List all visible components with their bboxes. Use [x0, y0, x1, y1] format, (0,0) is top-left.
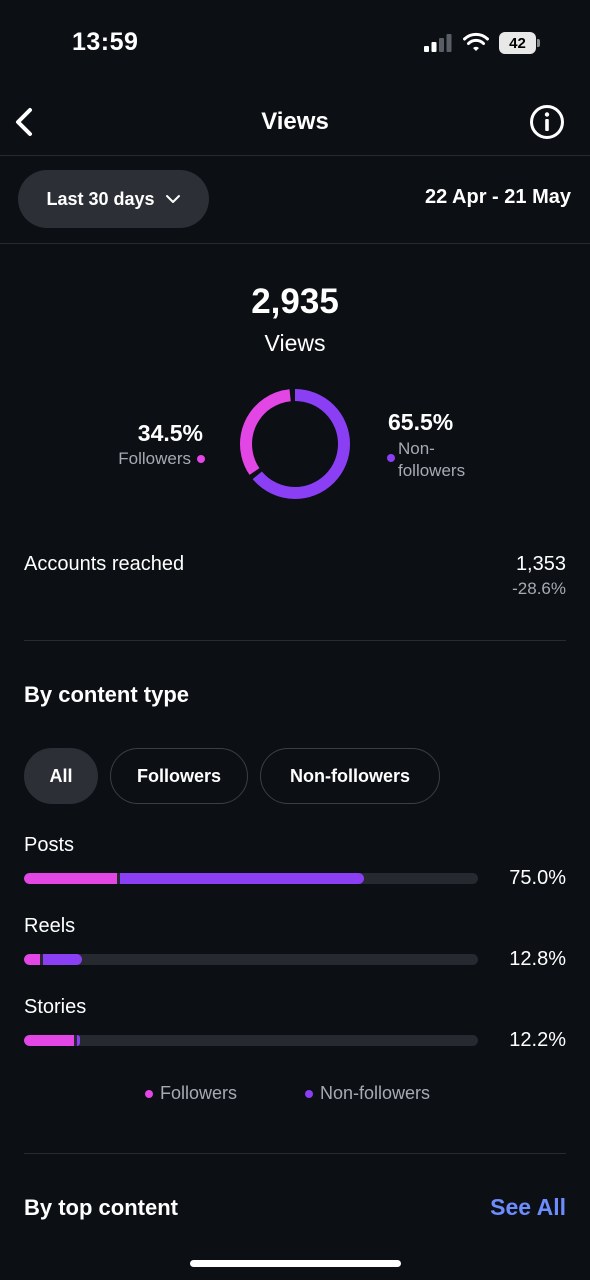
legend-nonfollowers-dot-icon — [305, 1089, 313, 1098]
wifi-icon — [463, 32, 489, 51]
legend-followers-dot-icon — [145, 1089, 153, 1098]
battery-icon: 42 — [499, 32, 541, 54]
section-divider — [24, 640, 566, 641]
legend-followers: Followers — [145, 1083, 237, 1104]
content-type-pct-stories: 12.2% — [509, 1029, 566, 1051]
date-range-dropdown[interactable]: Last 30 days — [18, 170, 209, 228]
content-type-pct-posts: 75.0% — [509, 867, 566, 889]
filter-chip-all[interactable]: All — [24, 748, 98, 804]
stories-nonfollowers-segment — [76, 1035, 80, 1046]
battery-level: 42 — [499, 32, 536, 54]
followers-percent: 34.5% — [137, 420, 203, 446]
date-divider — [0, 243, 590, 244]
content-type-title: By content type — [24, 682, 190, 707]
legend-nonfollowers: Non-followers — [305, 1083, 430, 1104]
header-divider — [0, 155, 590, 156]
nonfollowers-percent: 65.5% — [388, 409, 454, 435]
accounts-reached-value: 1,353 — [515, 553, 566, 575]
nonfollowers-legend: Non-followers — [387, 438, 487, 482]
chevron-down-icon — [165, 195, 180, 203]
reels-followers-segment — [24, 954, 40, 965]
home-indicator[interactable] — [190, 1260, 401, 1267]
filter-chip-nonfollowers[interactable]: Non-followers — [260, 748, 440, 804]
donut-followers-arc — [240, 389, 350, 499]
reels-nonfollowers-segment — [42, 954, 83, 965]
filter-chip-followers[interactable]: Followers — [110, 748, 248, 804]
posts-nonfollowers-segment — [120, 873, 365, 884]
content-type-bar-posts — [24, 873, 478, 884]
followers-legend: Followers — [60, 449, 205, 469]
followers-label: Followers — [118, 449, 191, 468]
content-type-label-stories: Stories — [24, 996, 87, 1018]
section-divider-2 — [24, 1153, 566, 1154]
legend-nonfollowers-label: Non-followers — [320, 1083, 431, 1103]
content-type-bar-stories — [24, 1035, 478, 1046]
status-time: 13:59 — [72, 28, 139, 56]
stories-followers-segment — [24, 1035, 74, 1046]
posts-followers-segment — [24, 873, 118, 884]
content-type-label-reels: Reels — [24, 915, 76, 937]
info-icon[interactable] — [529, 104, 565, 140]
total-views: 2,935 — [251, 282, 339, 321]
content-type-pct-reels: 12.8% — [509, 948, 566, 970]
views-donut-chart — [240, 389, 350, 499]
nonfollowers-label: Non-followers — [398, 439, 466, 480]
followers-dot-icon — [197, 454, 205, 463]
total-views-label: Views — [264, 330, 326, 356]
nonfollowers-dot-icon — [387, 454, 395, 462]
top-content-title: By top content — [24, 1195, 178, 1220]
date-range-text: 22 Apr - 21 May — [425, 186, 571, 208]
page-title: Views — [261, 108, 329, 135]
see-all-link[interactable]: See All — [490, 1194, 566, 1221]
content-type-label-posts: Posts — [24, 834, 75, 856]
legend-followers-label: Followers — [160, 1083, 238, 1103]
cellular-signal-icon — [424, 34, 452, 52]
date-range-label: Last 30 days — [46, 188, 155, 209]
content-type-bar-reels — [24, 954, 478, 965]
accounts-reached-change: -28.6% — [512, 579, 566, 598]
accounts-reached-label: Accounts reached — [24, 553, 185, 575]
